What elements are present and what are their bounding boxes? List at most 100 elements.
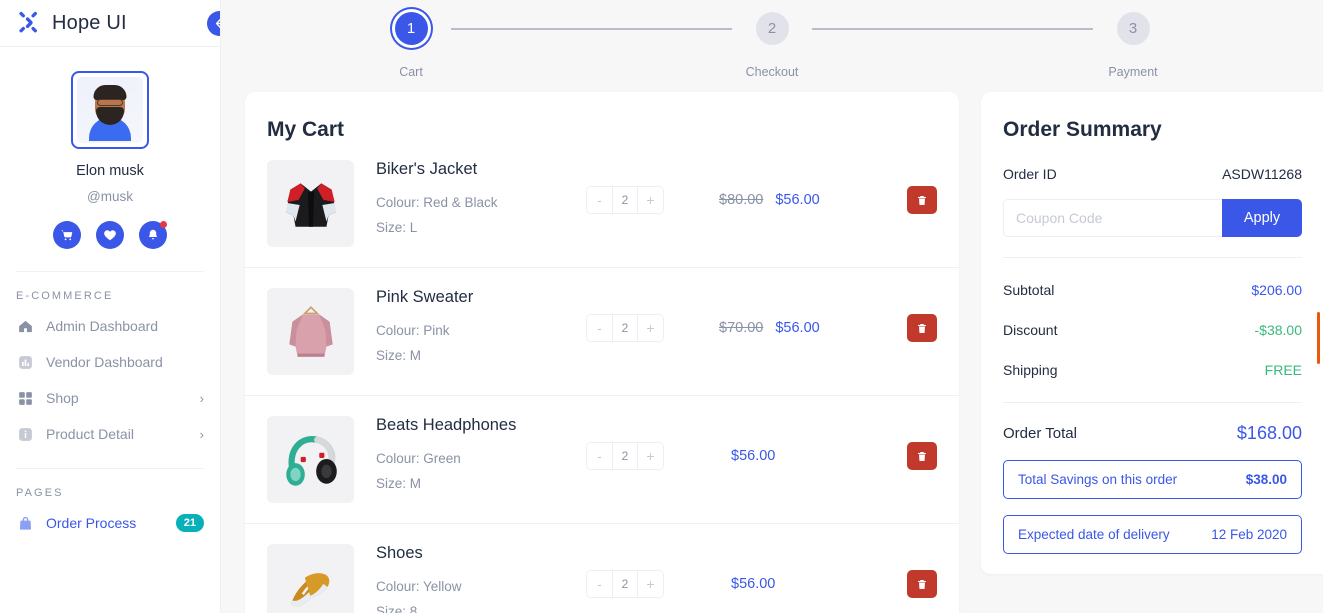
bell-icon[interactable] <box>139 221 167 249</box>
quantity-value[interactable]: 2 <box>612 571 638 597</box>
cart-item-name: Biker's Jacket <box>376 160 478 178</box>
step-label: Checkout <box>745 65 799 79</box>
grid-icon <box>16 389 34 407</box>
price-original: $80.00 <box>719 192 764 208</box>
cart-item-info: Pink Sweater Colour: Pink Size: M <box>354 288 586 363</box>
delete-item-button[interactable] <box>907 570 937 598</box>
sidebar: Hope UI Elon musk @musk E-COMMERCE Admin… <box>0 0 221 613</box>
quantity-decrement-button[interactable]: - <box>587 443 612 469</box>
sidebar-item-badge: 21 <box>175 514 204 532</box>
step-number: 1 <box>394 12 428 45</box>
sidebar-item-admin-dashboard[interactable]: Admin Dashboard <box>0 308 220 344</box>
bar-chart-icon <box>16 353 34 371</box>
quantity-decrement-button[interactable]: - <box>587 187 612 213</box>
delete-item-button[interactable] <box>907 186 937 214</box>
quantity-value[interactable]: 2 <box>612 187 638 213</box>
quantity-stepper[interactable]: - 2 + <box>586 186 664 214</box>
delivery-date-value: 12 Feb 2020 <box>1211 527 1287 542</box>
step-payment[interactable]: 3 Payment <box>1093 12 1173 79</box>
shipping-row: Shipping FREE <box>1003 362 1302 378</box>
step-checkout[interactable]: 2 Checkout <box>732 12 812 79</box>
step-connector <box>812 28 1093 30</box>
step-number: 3 <box>1116 12 1150 45</box>
cart-item-price: $56.00 <box>664 570 907 598</box>
cart-item-size: Size: M <box>376 476 422 491</box>
step-label: Payment <box>1108 65 1158 79</box>
sweater-image <box>267 288 354 375</box>
quantity-stepper[interactable]: - 2 + <box>586 442 664 470</box>
cart-item-price: $56.00 <box>664 442 907 470</box>
summary-divider-2 <box>1003 402 1302 403</box>
cart-icon[interactable] <box>53 221 81 249</box>
cart-item-name: Beats Headphones <box>376 416 517 434</box>
shipping-label: Shipping <box>1003 362 1058 378</box>
delivery-date-box: Expected date of delivery 12 Feb 2020 <box>1003 515 1302 554</box>
order-total-label: Order Total <box>1003 425 1077 442</box>
brand-name: Hope UI <box>52 11 127 34</box>
total-savings-box: Total Savings on this order $38.00 <box>1003 460 1302 499</box>
delivery-date-label: Expected date of delivery <box>1018 527 1170 542</box>
quantity-increment-button[interactable]: + <box>638 571 663 597</box>
chevron-right-icon: › <box>199 390 204 406</box>
sidebar-item-shop[interactable]: Shop › <box>0 380 220 416</box>
quantity-value[interactable]: 2 <box>612 443 638 469</box>
step-number: 2 <box>755 12 789 45</box>
avatar[interactable] <box>71 71 149 149</box>
cart-item-size: Size: M <box>376 348 422 363</box>
sidebar-item-label: Shop <box>46 390 79 406</box>
shipping-value: FREE <box>1264 362 1302 378</box>
jacket-image <box>267 160 354 247</box>
summary-divider <box>1003 257 1302 258</box>
sidebar-item-vendor-dashboard[interactable]: Vendor Dashboard <box>0 344 220 380</box>
quantity-increment-button[interactable]: + <box>638 443 663 469</box>
cart-item-size: Size: L <box>376 220 418 235</box>
price-original: $70.00 <box>719 320 764 336</box>
quantity-value[interactable]: 2 <box>612 315 638 341</box>
cart-item-row: Beats Headphones Colour: Green Size: M -… <box>245 396 959 524</box>
order-id-value: ASDW11268 <box>1222 166 1302 182</box>
trash-icon <box>918 579 926 589</box>
shoes-image <box>267 544 354 613</box>
quantity-stepper[interactable]: - 2 + <box>586 570 664 598</box>
delete-item-button[interactable] <box>907 314 937 342</box>
step-cart[interactable]: 1 Cart <box>371 12 451 79</box>
user-avatar <box>77 77 143 143</box>
sidebar-item-product-detail[interactable]: Product Detail › <box>0 416 220 452</box>
cart-item-info: Biker's Jacket Colour: Red & Black Size:… <box>354 160 586 235</box>
quantity-increment-button[interactable]: + <box>638 187 663 213</box>
step-label: Cart <box>399 65 423 79</box>
profile-block: Elon musk @musk <box>0 47 220 249</box>
profile-name: Elon musk <box>76 163 144 179</box>
delete-item-button[interactable] <box>907 442 937 470</box>
cart-item-info: Beats Headphones Colour: Green Size: M <box>354 416 586 491</box>
quantity-decrement-button[interactable]: - <box>587 571 612 597</box>
trash-icon <box>918 195 926 205</box>
discount-row: Discount -$38.00 <box>1003 322 1302 338</box>
quantity-decrement-button[interactable]: - <box>587 315 612 341</box>
apply-coupon-button[interactable]: Apply <box>1222 199 1302 237</box>
cart-item-colour: Colour: Yellow <box>376 579 462 594</box>
order-total-row: Order Total $168.00 <box>1003 423 1302 444</box>
quantity-stepper[interactable]: - 2 + <box>586 314 664 342</box>
checkout-stepper: 1 Cart 2 Checkout 3 Payment <box>221 0 1323 92</box>
heart-icon[interactable] <box>96 221 124 249</box>
quantity-increment-button[interactable]: + <box>638 315 663 341</box>
nav-section-title-ecommerce: E-COMMERCE <box>16 290 114 302</box>
main-content: 1 Cart 2 Checkout 3 Payment My Cart Bike… <box>221 0 1323 613</box>
total-savings-value: $38.00 <box>1245 472 1287 487</box>
order-id-label: Order ID <box>1003 166 1057 182</box>
cart-item-row: Biker's Jacket Colour: Red & Black Size:… <box>245 142 959 268</box>
profile-handle: @musk <box>87 189 133 204</box>
discount-value: -$38.00 <box>1254 322 1302 338</box>
coupon-input[interactable] <box>1003 199 1222 237</box>
cart-item-colour: Colour: Pink <box>376 323 450 338</box>
sidebar-item-order-process[interactable]: Order Process 21 <box>0 505 220 541</box>
cart-item-colour: Colour: Red & Black <box>376 195 498 210</box>
content-area: My Cart Biker's Jacket Colour: Red & Bla… <box>221 92 1323 613</box>
nav-section-title-pages: PAGES <box>16 487 64 499</box>
cart-item-row: Shoes Colour: Yellow Size: 8 - 2 + $56.0… <box>245 524 959 613</box>
scrollbar[interactable] <box>1317 312 1320 364</box>
cart-card: My Cart Biker's Jacket Colour: Red & Bla… <box>245 92 959 613</box>
notification-dot <box>160 221 167 228</box>
sidebar-item-label: Product Detail <box>46 426 134 442</box>
